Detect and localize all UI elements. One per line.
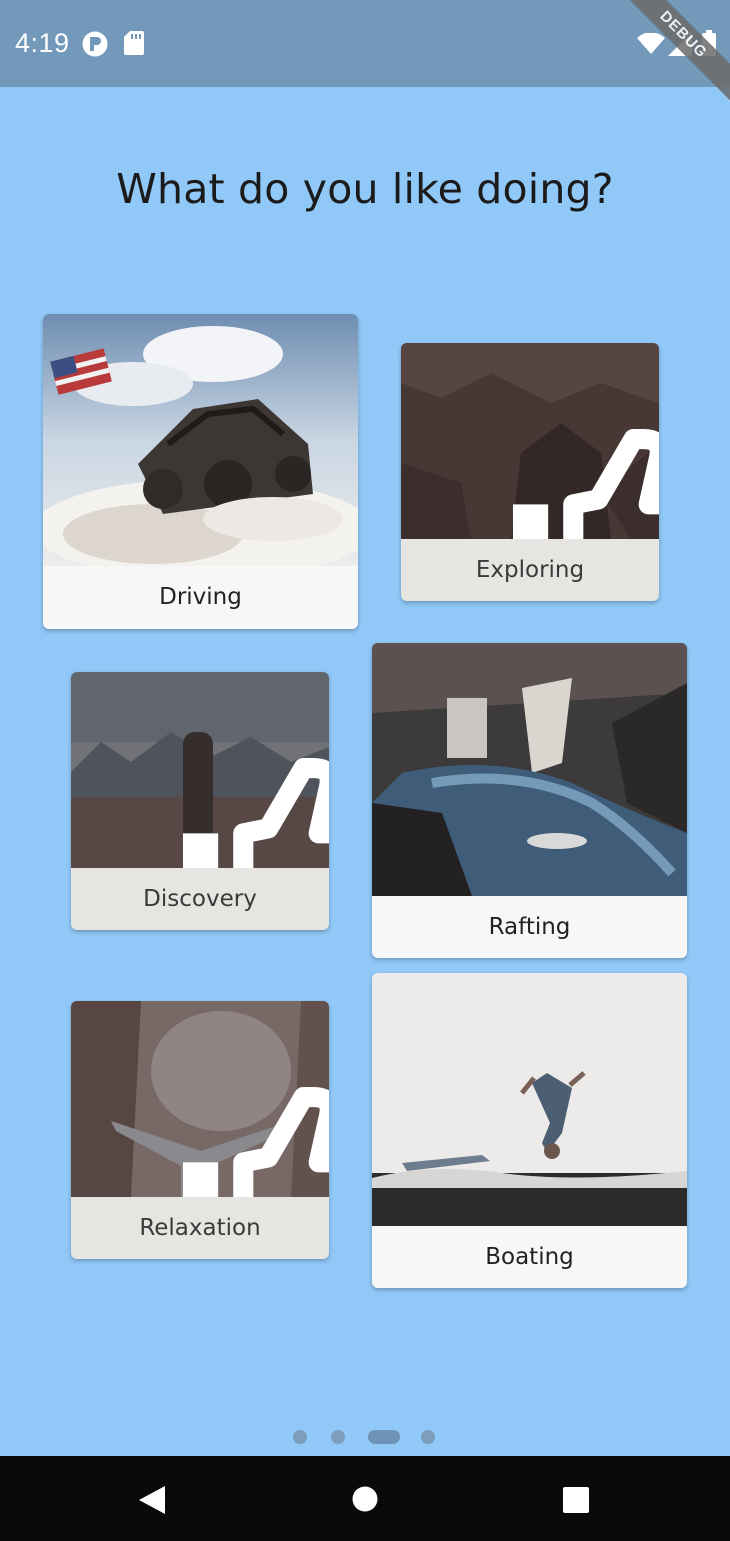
rafting-photo bbox=[372, 643, 687, 896]
activity-card-relaxation[interactable]: Relaxation bbox=[71, 1001, 329, 1259]
card-label: Driving bbox=[159, 584, 242, 610]
page-dot-active[interactable] bbox=[368, 1430, 400, 1444]
card-label: Boating bbox=[485, 1244, 574, 1270]
status-bar: 4:19 DEBUG bbox=[0, 0, 730, 105]
recents-icon[interactable] bbox=[563, 1487, 589, 1513]
card-label: Rafting bbox=[488, 914, 571, 940]
thumbs-up-icon bbox=[512, 429, 659, 539]
activity-card-boating[interactable]: Boating bbox=[372, 973, 687, 1288]
card-label: Exploring bbox=[475, 557, 585, 583]
page-dot[interactable] bbox=[331, 1430, 345, 1444]
thumbs-up-icon bbox=[182, 1087, 329, 1197]
thumbs-up-icon bbox=[182, 758, 329, 868]
sd-card-icon bbox=[124, 31, 144, 55]
driving-photo bbox=[43, 314, 358, 566]
card-label: Relaxation bbox=[139, 1215, 261, 1241]
navigation-bar bbox=[0, 1456, 730, 1541]
card-label: Discovery bbox=[143, 886, 257, 912]
page-title: What do you like doing? bbox=[116, 165, 614, 213]
activity-card-discovery[interactable]: Discovery bbox=[71, 672, 329, 930]
discovery-photo bbox=[71, 672, 329, 868]
back-icon[interactable] bbox=[139, 1486, 165, 1514]
circle-p-icon bbox=[82, 31, 108, 57]
page-dot[interactable] bbox=[421, 1430, 435, 1444]
relaxation-photo bbox=[71, 1001, 329, 1197]
status-time: 4:19 bbox=[15, 28, 70, 58]
activity-card-rafting[interactable]: Rafting bbox=[372, 643, 687, 958]
exploring-photo bbox=[401, 343, 659, 539]
page-dot[interactable] bbox=[293, 1430, 307, 1444]
home-icon[interactable] bbox=[352, 1486, 378, 1512]
activity-card-exploring[interactable]: Exploring bbox=[401, 343, 659, 601]
activity-card-driving[interactable]: Driving bbox=[43, 314, 358, 629]
wifi-icon bbox=[637, 33, 665, 54]
boating-photo bbox=[372, 973, 687, 1226]
